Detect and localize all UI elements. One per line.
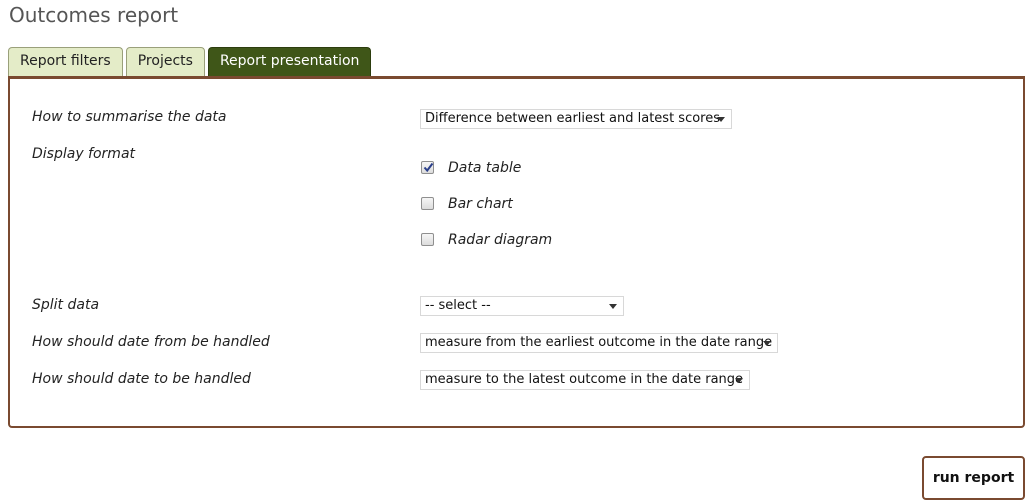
split-data-select[interactable]: -- select -- — [420, 296, 624, 316]
radar-diagram-checkbox[interactable] — [421, 233, 434, 246]
summarise-select-value: Difference between earliest and latest s… — [425, 111, 721, 126]
report-presentation-panel: How to summarise the data Difference bet… — [8, 76, 1025, 428]
date-to-select[interactable]: measure to the latest outcome in the dat… — [420, 370, 750, 390]
date-from-select-value: measure from the earliest outcome in the… — [425, 335, 773, 350]
tab-report-filters[interactable]: Report filters — [8, 47, 123, 76]
run-report-button[interactable]: run report — [922, 456, 1025, 500]
tab-bar: Report filters Projects Report presentat… — [8, 47, 374, 77]
split-data-select-value: -- select -- — [425, 298, 491, 313]
chevron-down-icon — [609, 304, 617, 309]
split-data-label: Split data — [32, 297, 100, 313]
data-table-label: Data table — [448, 160, 522, 176]
date-from-select[interactable]: measure from the earliest outcome in the… — [420, 333, 778, 353]
bar-chart-checkbox[interactable] — [421, 197, 434, 210]
radar-diagram-label: Radar diagram — [448, 232, 553, 248]
summarise-label: How to summarise the data — [32, 109, 227, 125]
display-format-label: Display format — [32, 146, 136, 162]
date-to-select-value: measure to the latest outcome in the dat… — [425, 372, 744, 387]
chevron-down-icon — [717, 117, 725, 122]
tab-projects[interactable]: Projects — [125, 47, 205, 76]
summarise-select[interactable]: Difference between earliest and latest s… — [420, 109, 732, 129]
chevron-down-icon — [735, 378, 743, 383]
page-title: Outcomes report — [9, 3, 179, 27]
bar-chart-label: Bar chart — [448, 196, 513, 212]
data-table-checkbox[interactable] — [421, 161, 434, 174]
tab-report-presentation[interactable]: Report presentation — [207, 47, 372, 77]
checkmark-icon — [423, 162, 434, 173]
chevron-down-icon — [763, 341, 771, 346]
date-from-label: How should date from be handled — [32, 334, 270, 350]
date-to-label: How should date to be handled — [32, 371, 251, 387]
